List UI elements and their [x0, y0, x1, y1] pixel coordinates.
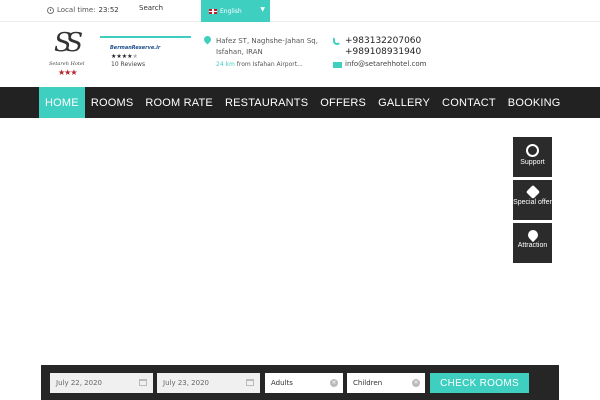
distance-value: 24 km	[216, 61, 235, 68]
calendar-icon	[246, 379, 254, 386]
language-selector[interactable]: English ▼	[201, 0, 270, 22]
logo-stars: ★★★	[58, 68, 77, 77]
children-placeholder: Children	[353, 379, 383, 387]
checkout-date-field[interactable]: July 23, 2020	[157, 373, 260, 393]
calendar-icon	[139, 379, 147, 386]
address-line-1: Hafez ST, Naghshe-Jahan Sq,	[216, 37, 318, 45]
hotel-logo[interactable]: SS Setareh Hotel ★★★	[46, 28, 90, 78]
top-bar: Local time: 23:52 Search English ▼	[0, 0, 600, 22]
search-link[interactable]: Search	[139, 4, 163, 12]
review-accent-line	[100, 36, 191, 38]
uk-flag-icon	[209, 8, 217, 14]
distance-text: from Isfahan Airport...	[236, 61, 303, 68]
special-offer-widget[interactable]: Special offer	[513, 180, 552, 220]
local-time-label: Local time:	[57, 6, 96, 14]
nav-item-contact[interactable]: CONTACT	[436, 87, 502, 118]
nav-item-room-rate[interactable]: ROOM RATE	[139, 87, 219, 118]
address-line-2: Isfahan, IRAN	[216, 48, 263, 56]
main-nav: HOME ROOMS ROOM RATE RESTAURANTS OFFERS …	[0, 87, 600, 118]
review-stars-empty: ★	[132, 53, 138, 60]
logo-name: Setareh Hotel	[49, 61, 85, 67]
local-time-value: 23:52	[98, 6, 119, 14]
review-stars: ★★★★★	[111, 53, 191, 60]
logo-mark: SS	[54, 28, 83, 58]
booking-bar: July 22, 2020 July 23, 2020 Adults × Chi…	[41, 365, 559, 400]
email-link[interactable]: info@setarehhotel.com	[345, 60, 426, 68]
airport-distance[interactable]: 24 km from Isfahan Airport...	[216, 61, 303, 68]
nav-item-booking[interactable]: BOOKING	[502, 87, 567, 118]
special-offer-label: Special offer	[513, 199, 552, 206]
review-count: 10 Reviews	[111, 61, 146, 68]
local-time: Local time: 23:52	[47, 6, 119, 14]
tag-icon	[525, 184, 540, 200]
support-label: Support	[520, 159, 545, 166]
checkin-date-value: July 22, 2020	[56, 379, 102, 387]
nav-item-rooms[interactable]: ROOMS	[85, 87, 140, 118]
mail-icon	[333, 62, 342, 68]
chevron-down-icon: ▼	[260, 6, 265, 13]
review-stars-filled: ★★★★	[111, 53, 133, 60]
map-pin-icon	[202, 34, 213, 45]
attraction-widget[interactable]: Attraction	[513, 223, 552, 263]
headset-icon	[526, 144, 539, 157]
location-pin-icon	[525, 227, 540, 243]
phone-number-2[interactable]: +989108931940	[345, 47, 421, 57]
nav-item-home[interactable]: HOME	[39, 87, 85, 118]
check-rooms-button[interactable]: CHECK ROOMS	[430, 373, 529, 393]
phone-icon	[333, 37, 341, 45]
checkin-date-field[interactable]: July 22, 2020	[50, 373, 153, 393]
clear-icon[interactable]: ×	[412, 379, 420, 387]
page: Local time: 23:52 Search English ▼ SS Se…	[0, 0, 600, 400]
nav-item-restaurants[interactable]: RESTAURANTS	[219, 87, 314, 118]
clock-icon	[47, 6, 54, 14]
checkout-date-value: July 23, 2020	[163, 379, 209, 387]
review-widget[interactable]: BermanReserve.ir ★★★★★ 10 Reviews	[100, 36, 191, 70]
adults-select[interactable]: Adults ×	[265, 373, 343, 393]
nav-item-gallery[interactable]: GALLERY	[372, 87, 436, 118]
attraction-label: Attraction	[517, 242, 548, 249]
clear-icon[interactable]: ×	[330, 379, 338, 387]
nav-items: HOME ROOMS ROOM RATE RESTAURANTS OFFERS …	[39, 87, 567, 118]
phone-number-1[interactable]: +983132207060	[345, 36, 421, 46]
review-brand: BermanReserve.ir	[110, 45, 161, 51]
adults-placeholder: Adults	[271, 379, 293, 387]
nav-item-offers[interactable]: OFFERS	[314, 87, 372, 118]
language-label: English	[220, 7, 242, 15]
support-widget[interactable]: Support	[513, 137, 552, 177]
children-select[interactable]: Children ×	[347, 373, 425, 393]
